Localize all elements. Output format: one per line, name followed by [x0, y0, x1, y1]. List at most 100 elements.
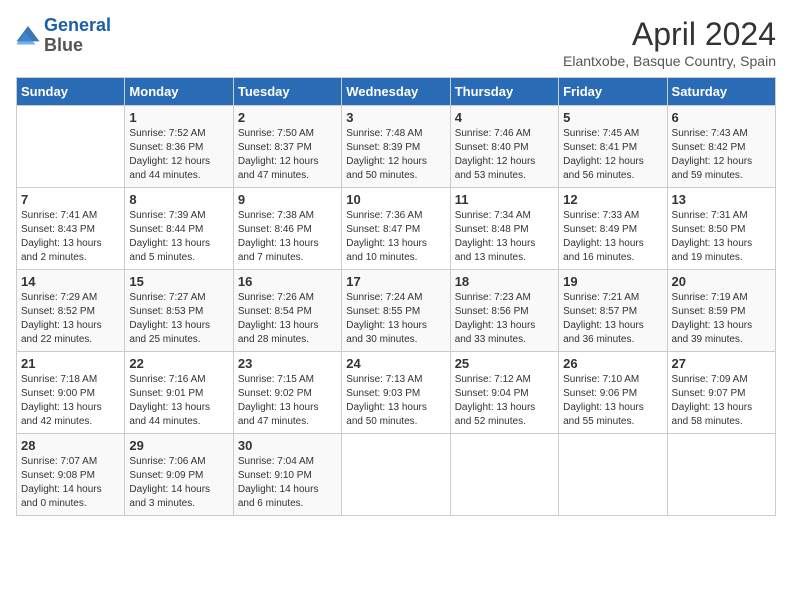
title-block: April 2024 Elantxobe, Basque Country, Sp…: [563, 16, 776, 69]
day-number: 5: [563, 110, 662, 125]
day-info: Sunrise: 7:38 AMSunset: 8:46 PMDaylight:…: [238, 209, 337, 265]
logo-icon: [16, 26, 40, 46]
day-info: Sunrise: 7:45 AMSunset: 8:41 PMDaylight:…: [563, 127, 662, 183]
page-header: General Blue April 2024 Elantxobe, Basqu…: [16, 16, 776, 69]
day-cell: [342, 434, 450, 516]
day-info: Sunrise: 7:26 AMSunset: 8:54 PMDaylight:…: [238, 291, 337, 347]
day-info: Sunrise: 7:48 AMSunset: 8:39 PMDaylight:…: [346, 127, 445, 183]
day-info: Sunrise: 7:36 AMSunset: 8:47 PMDaylight:…: [346, 209, 445, 265]
day-number: 24: [346, 356, 445, 371]
day-number: 19: [563, 274, 662, 289]
day-number: 11: [455, 192, 554, 207]
day-number: 17: [346, 274, 445, 289]
week-row-5: 28 Sunrise: 7:07 AMSunset: 9:08 PMDaylig…: [17, 434, 776, 516]
day-number: 4: [455, 110, 554, 125]
day-info: Sunrise: 7:15 AMSunset: 9:02 PMDaylight:…: [238, 373, 337, 429]
day-cell: 14 Sunrise: 7:29 AMSunset: 8:52 PMDaylig…: [17, 270, 125, 352]
day-info: Sunrise: 7:29 AMSunset: 8:52 PMDaylight:…: [21, 291, 120, 347]
day-cell: 29 Sunrise: 7:06 AMSunset: 9:09 PMDaylig…: [125, 434, 233, 516]
day-cell: 25 Sunrise: 7:12 AMSunset: 9:04 PMDaylig…: [450, 352, 558, 434]
day-info: Sunrise: 7:34 AMSunset: 8:48 PMDaylight:…: [455, 209, 554, 265]
day-number: 13: [672, 192, 771, 207]
day-number: 1: [129, 110, 228, 125]
day-number: 2: [238, 110, 337, 125]
month-title: April 2024: [563, 16, 776, 53]
day-number: 25: [455, 356, 554, 371]
week-row-1: 1 Sunrise: 7:52 AMSunset: 8:36 PMDayligh…: [17, 106, 776, 188]
day-number: 18: [455, 274, 554, 289]
day-cell: [17, 106, 125, 188]
day-info: Sunrise: 7:18 AMSunset: 9:00 PMDaylight:…: [21, 373, 120, 429]
day-cell: 5 Sunrise: 7:45 AMSunset: 8:41 PMDayligh…: [559, 106, 667, 188]
day-number: 30: [238, 438, 337, 453]
day-cell: 1 Sunrise: 7:52 AMSunset: 8:36 PMDayligh…: [125, 106, 233, 188]
day-cell: 22 Sunrise: 7:16 AMSunset: 9:01 PMDaylig…: [125, 352, 233, 434]
day-number: 22: [129, 356, 228, 371]
calendar-table: SundayMondayTuesdayWednesdayThursdayFrid…: [16, 77, 776, 516]
day-cell: 8 Sunrise: 7:39 AMSunset: 8:44 PMDayligh…: [125, 188, 233, 270]
day-info: Sunrise: 7:50 AMSunset: 8:37 PMDaylight:…: [238, 127, 337, 183]
day-number: 16: [238, 274, 337, 289]
day-number: 27: [672, 356, 771, 371]
day-cell: 28 Sunrise: 7:07 AMSunset: 9:08 PMDaylig…: [17, 434, 125, 516]
day-info: Sunrise: 7:33 AMSunset: 8:49 PMDaylight:…: [563, 209, 662, 265]
day-info: Sunrise: 7:43 AMSunset: 8:42 PMDaylight:…: [672, 127, 771, 183]
day-cell: 17 Sunrise: 7:24 AMSunset: 8:55 PMDaylig…: [342, 270, 450, 352]
week-row-2: 7 Sunrise: 7:41 AMSunset: 8:43 PMDayligh…: [17, 188, 776, 270]
day-info: Sunrise: 7:19 AMSunset: 8:59 PMDaylight:…: [672, 291, 771, 347]
day-info: Sunrise: 7:21 AMSunset: 8:57 PMDaylight:…: [563, 291, 662, 347]
day-cell: 18 Sunrise: 7:23 AMSunset: 8:56 PMDaylig…: [450, 270, 558, 352]
day-cell: 15 Sunrise: 7:27 AMSunset: 8:53 PMDaylig…: [125, 270, 233, 352]
day-info: Sunrise: 7:39 AMSunset: 8:44 PMDaylight:…: [129, 209, 228, 265]
day-info: Sunrise: 7:10 AMSunset: 9:06 PMDaylight:…: [563, 373, 662, 429]
day-cell: 2 Sunrise: 7:50 AMSunset: 8:37 PMDayligh…: [233, 106, 341, 188]
day-number: 8: [129, 192, 228, 207]
day-number: 12: [563, 192, 662, 207]
day-cell: 30 Sunrise: 7:04 AMSunset: 9:10 PMDaylig…: [233, 434, 341, 516]
day-info: Sunrise: 7:52 AMSunset: 8:36 PMDaylight:…: [129, 127, 228, 183]
day-number: 6: [672, 110, 771, 125]
day-number: 14: [21, 274, 120, 289]
week-row-3: 14 Sunrise: 7:29 AMSunset: 8:52 PMDaylig…: [17, 270, 776, 352]
day-cell: 7 Sunrise: 7:41 AMSunset: 8:43 PMDayligh…: [17, 188, 125, 270]
day-number: 28: [21, 438, 120, 453]
day-cell: 11 Sunrise: 7:34 AMSunset: 8:48 PMDaylig…: [450, 188, 558, 270]
day-info: Sunrise: 7:09 AMSunset: 9:07 PMDaylight:…: [672, 373, 771, 429]
day-number: 20: [672, 274, 771, 289]
weekday-header-wednesday: Wednesday: [342, 78, 450, 106]
day-info: Sunrise: 7:24 AMSunset: 8:55 PMDaylight:…: [346, 291, 445, 347]
weekday-header-sunday: Sunday: [17, 78, 125, 106]
day-info: Sunrise: 7:31 AMSunset: 8:50 PMDaylight:…: [672, 209, 771, 265]
day-cell: [667, 434, 775, 516]
logo-text: General Blue: [44, 16, 111, 56]
day-info: Sunrise: 7:16 AMSunset: 9:01 PMDaylight:…: [129, 373, 228, 429]
weekday-header-saturday: Saturday: [667, 78, 775, 106]
day-cell: 13 Sunrise: 7:31 AMSunset: 8:50 PMDaylig…: [667, 188, 775, 270]
day-cell: 6 Sunrise: 7:43 AMSunset: 8:42 PMDayligh…: [667, 106, 775, 188]
day-cell: 20 Sunrise: 7:19 AMSunset: 8:59 PMDaylig…: [667, 270, 775, 352]
weekday-header-monday: Monday: [125, 78, 233, 106]
day-cell: [559, 434, 667, 516]
day-cell: 10 Sunrise: 7:36 AMSunset: 8:47 PMDaylig…: [342, 188, 450, 270]
day-number: 29: [129, 438, 228, 453]
day-number: 15: [129, 274, 228, 289]
logo-line2: Blue: [44, 35, 83, 55]
day-number: 9: [238, 192, 337, 207]
day-cell: 21 Sunrise: 7:18 AMSunset: 9:00 PMDaylig…: [17, 352, 125, 434]
day-number: 3: [346, 110, 445, 125]
day-cell: 9 Sunrise: 7:38 AMSunset: 8:46 PMDayligh…: [233, 188, 341, 270]
day-cell: 27 Sunrise: 7:09 AMSunset: 9:07 PMDaylig…: [667, 352, 775, 434]
day-cell: 12 Sunrise: 7:33 AMSunset: 8:49 PMDaylig…: [559, 188, 667, 270]
day-cell: 24 Sunrise: 7:13 AMSunset: 9:03 PMDaylig…: [342, 352, 450, 434]
day-cell: 23 Sunrise: 7:15 AMSunset: 9:02 PMDaylig…: [233, 352, 341, 434]
day-number: 23: [238, 356, 337, 371]
day-number: 7: [21, 192, 120, 207]
week-row-4: 21 Sunrise: 7:18 AMSunset: 9:00 PMDaylig…: [17, 352, 776, 434]
day-info: Sunrise: 7:46 AMSunset: 8:40 PMDaylight:…: [455, 127, 554, 183]
logo: General Blue: [16, 16, 111, 56]
day-info: Sunrise: 7:04 AMSunset: 9:10 PMDaylight:…: [238, 455, 337, 511]
day-cell: 16 Sunrise: 7:26 AMSunset: 8:54 PMDaylig…: [233, 270, 341, 352]
weekday-header-thursday: Thursday: [450, 78, 558, 106]
day-info: Sunrise: 7:07 AMSunset: 9:08 PMDaylight:…: [21, 455, 120, 511]
weekday-header-tuesday: Tuesday: [233, 78, 341, 106]
